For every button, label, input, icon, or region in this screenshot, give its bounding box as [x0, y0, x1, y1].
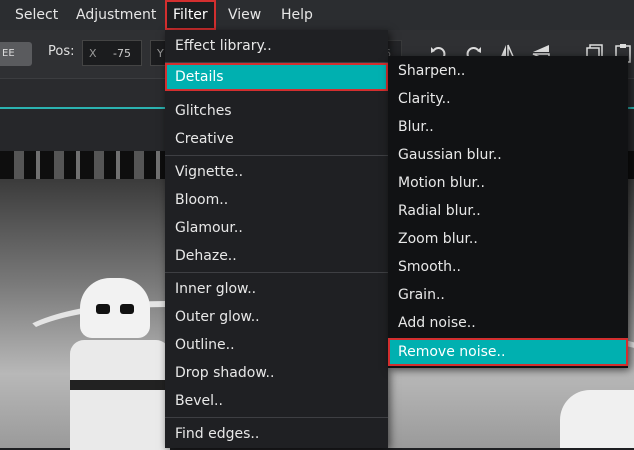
- details-item-clarity[interactable]: Clarity..: [388, 85, 628, 113]
- pos-label: Pos:: [48, 44, 75, 59]
- filter-item-outline[interactable]: Outline..: [165, 331, 388, 359]
- menubar: Select Adjustment Filter View Help: [0, 0, 634, 30]
- trooper-eye: [120, 304, 134, 314]
- menu-separator: [165, 272, 388, 273]
- details-submenu: Sharpen.. Clarity.. Blur.. Gaussian blur…: [388, 56, 628, 368]
- details-item-remove-noise[interactable]: Remove noise..: [388, 338, 628, 366]
- x-value: -75: [113, 47, 131, 60]
- details-item-zoom-blur[interactable]: Zoom blur..: [388, 225, 628, 253]
- pos-x-field[interactable]: X -75: [82, 40, 142, 66]
- details-item-sharpen[interactable]: Sharpen..: [388, 57, 628, 85]
- menu-select[interactable]: Select: [15, 0, 58, 30]
- filter-menu: Effect library.. Details Glitches Creati…: [165, 30, 388, 448]
- stormtrooper-body: [70, 340, 170, 450]
- details-item-smooth[interactable]: Smooth..: [388, 253, 628, 281]
- filter-item-outer-glow[interactable]: Outer glow..: [165, 303, 388, 331]
- stormtrooper-figure-2: [560, 390, 634, 448]
- menu-view[interactable]: View: [228, 0, 261, 30]
- filter-item-inner-glow[interactable]: Inner glow..: [165, 275, 388, 303]
- filter-item-effect-library[interactable]: Effect library..: [165, 32, 388, 60]
- trooper-belt: [70, 380, 170, 390]
- details-item-grain[interactable]: Grain..: [388, 281, 628, 309]
- trooper-eye: [96, 304, 110, 314]
- menu-help[interactable]: Help: [281, 0, 313, 30]
- y-axis-label: Y: [157, 47, 164, 60]
- toolbar-left-button[interactable]: EE: [0, 42, 32, 66]
- details-item-radial-blur[interactable]: Radial blur..: [388, 197, 628, 225]
- x-axis-label: X: [89, 47, 97, 60]
- filter-item-glitches[interactable]: Glitches: [165, 97, 388, 125]
- filter-item-glamour[interactable]: Glamour..: [165, 214, 388, 242]
- filter-item-vignette[interactable]: Vignette..: [165, 158, 388, 186]
- filter-item-bevel[interactable]: Bevel..: [165, 387, 388, 415]
- filter-item-find-edges[interactable]: Find edges..: [165, 420, 388, 448]
- details-item-blur[interactable]: Blur..: [388, 113, 628, 141]
- filter-item-dehaze[interactable]: Dehaze..: [165, 242, 388, 270]
- details-item-motion-blur[interactable]: Motion blur..: [388, 169, 628, 197]
- filter-item-creative[interactable]: Creative: [165, 125, 388, 153]
- details-item-add-noise[interactable]: Add noise..: [388, 309, 628, 337]
- menu-separator: [165, 155, 388, 156]
- stormtrooper-figure: [80, 278, 150, 338]
- details-item-gaussian-blur[interactable]: Gaussian blur..: [388, 141, 628, 169]
- filter-item-drop-shadow[interactable]: Drop shadow..: [165, 359, 388, 387]
- filter-item-bloom[interactable]: Bloom..: [165, 186, 388, 214]
- menu-separator: [165, 417, 388, 418]
- filter-item-details[interactable]: Details: [165, 63, 388, 91]
- menu-filter[interactable]: Filter: [165, 0, 216, 30]
- menu-adjustment[interactable]: Adjustment: [76, 0, 156, 30]
